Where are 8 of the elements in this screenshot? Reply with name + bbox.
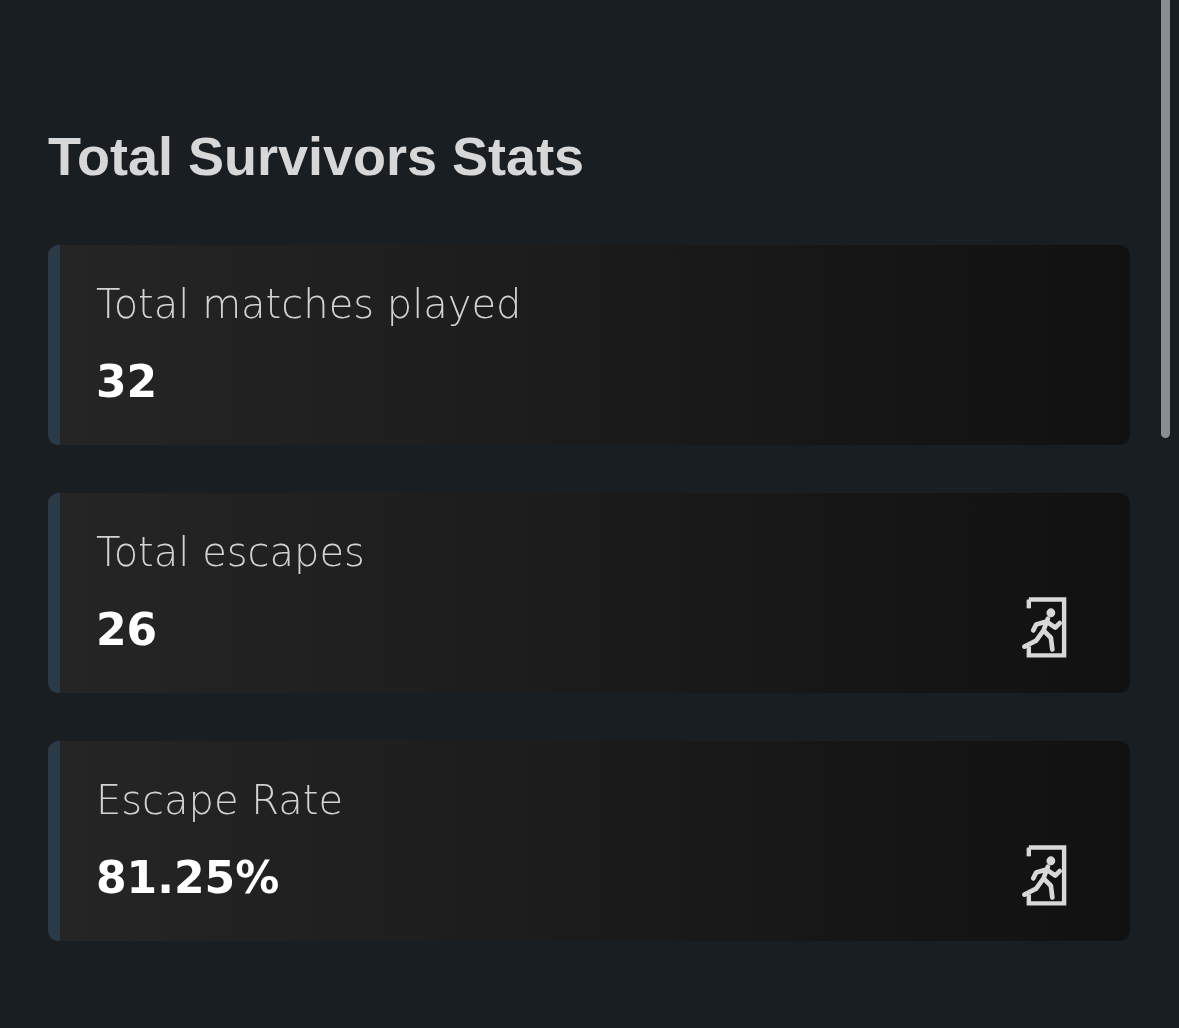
section-title: Total Survivors Stats <box>48 125 586 188</box>
stat-label: Total matches played <box>96 280 522 329</box>
stat-value: 81.25% <box>96 851 281 905</box>
scrollbar[interactable] <box>1161 0 1170 438</box>
stat-label: Escape Rate <box>96 776 344 825</box>
stat-label: Total escapes <box>96 528 365 577</box>
stat-value: 32 <box>96 355 159 409</box>
stat-value: 26 <box>96 603 159 657</box>
